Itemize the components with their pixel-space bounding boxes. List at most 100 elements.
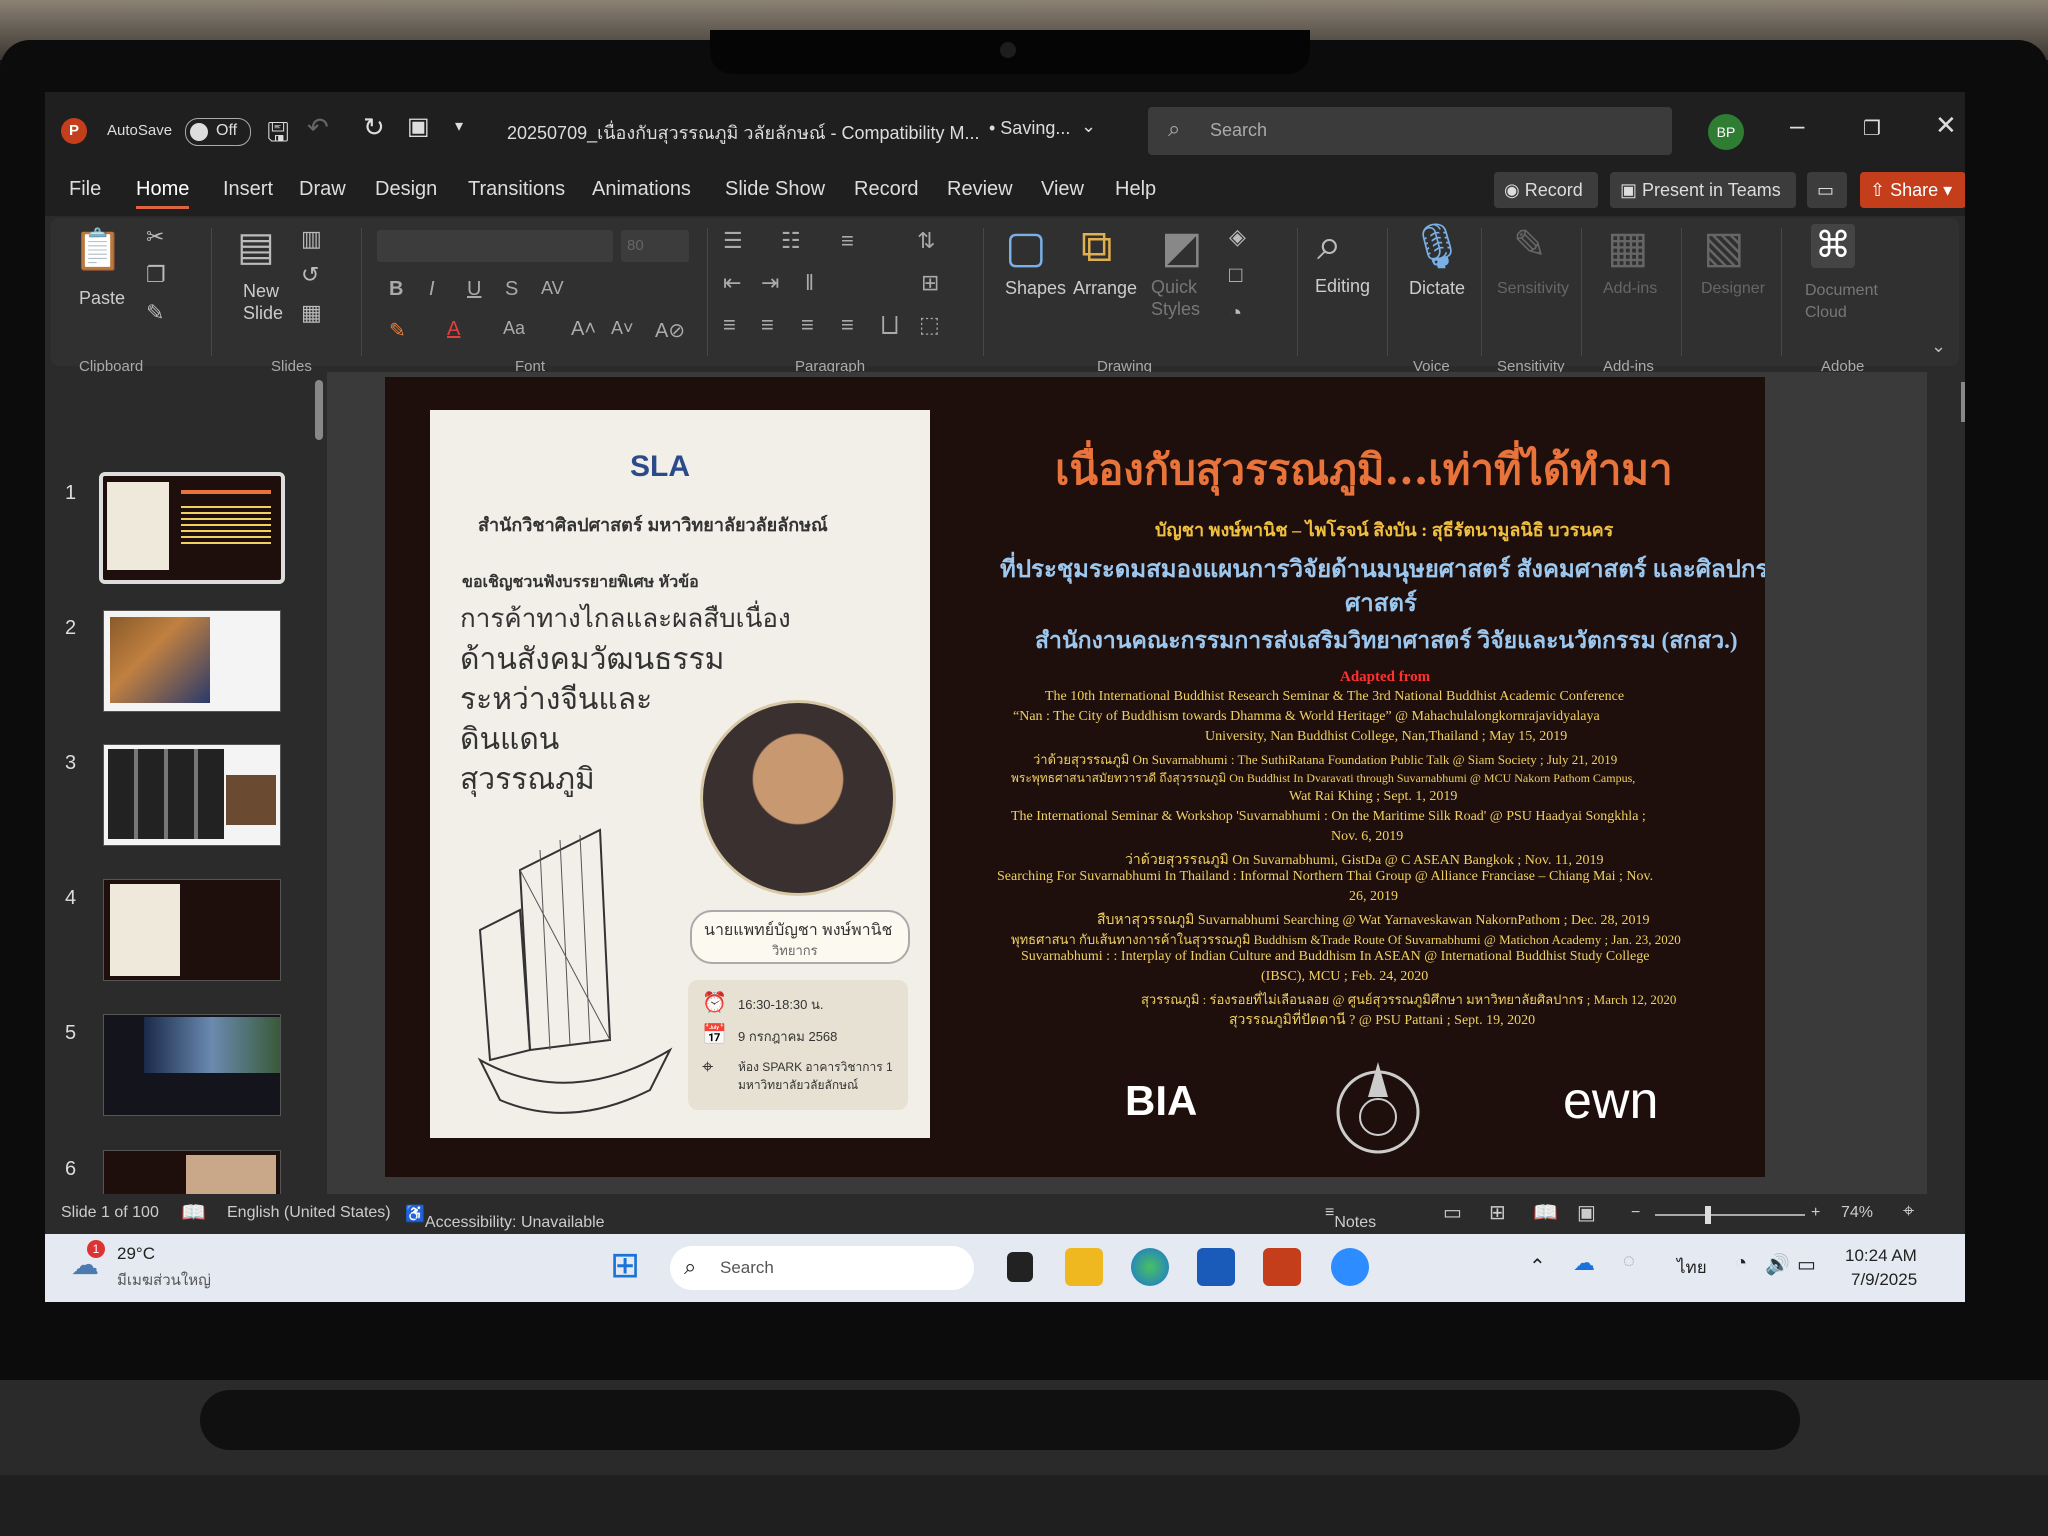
search-box[interactable]: ⌕ Search [1148, 107, 1672, 155]
tab-help[interactable]: Help [1115, 178, 1156, 201]
tab-animations[interactable]: Animations [592, 178, 691, 201]
language-status[interactable]: English (United States) [227, 1204, 391, 1222]
shape-outline-icon[interactable]: □ [1229, 262, 1242, 288]
highlight-icon[interactable]: ✎ [389, 318, 406, 343]
strikethrough-icon[interactable]: S [505, 278, 518, 301]
normal-view-icon[interactable]: ▭ [1443, 1200, 1462, 1225]
layout-icon[interactable]: ▥ [301, 226, 322, 252]
section-icon[interactable]: ▦ [301, 300, 322, 326]
document-cloud-label[interactable]: Document Cloud [1805, 280, 1895, 324]
minimize-icon[interactable]: – [1790, 110, 1804, 141]
tab-design[interactable]: Design [375, 178, 437, 201]
designer-label[interactable]: Designer [1701, 280, 1765, 298]
document-title[interactable]: 20250709_เนื่องกับสุวรรณภูมิ วลัยลักษณ์ … [507, 118, 980, 147]
redo-icon[interactable]: ↻ [363, 112, 385, 143]
zoom-slider[interactable] [1655, 1206, 1805, 1224]
notes-button[interactable]: ≡ Notes [1325, 1204, 1376, 1231]
columns-icon[interactable]: ‖ [805, 270, 814, 296]
shapes-icon[interactable]: ▢ [1005, 222, 1047, 273]
reading-view-icon[interactable]: 📖 [1533, 1200, 1558, 1225]
align-center-icon[interactable]: ≡ [761, 312, 774, 338]
zoom-out-icon[interactable]: − [1631, 1204, 1640, 1222]
thumbnail-scrollbar[interactable] [315, 380, 323, 440]
bold-icon[interactable]: B [389, 278, 403, 301]
chevron-down-icon[interactable]: ⌄ [1081, 116, 1096, 137]
slide-thumbnail-5[interactable] [103, 1014, 281, 1116]
tab-transitions[interactable]: Transitions [468, 178, 565, 201]
dictate-label[interactable]: Dictate [1409, 278, 1465, 299]
new-slide-label[interactable]: New Slide [243, 280, 303, 324]
share-button[interactable]: ⇧ Share ▾ [1860, 172, 1965, 208]
tab-draw[interactable]: Draw [299, 178, 346, 201]
accessibility-status[interactable]: ♿ Accessibility: Unavailable [405, 1204, 605, 1231]
font-size-box[interactable]: 80 [621, 230, 689, 262]
record-button[interactable]: ◉ Record [1494, 172, 1598, 208]
fit-to-window-icon[interactable]: ⌖ [1903, 1200, 1914, 1223]
slide-thumbnail-3[interactable] [103, 744, 281, 846]
clock-time[interactable]: 10:24 AM [1845, 1246, 1917, 1266]
battery-icon[interactable]: ▭ [1797, 1252, 1816, 1277]
powerpoint-taskbar-icon[interactable] [1263, 1248, 1301, 1286]
cut-icon[interactable]: ✂ [146, 224, 164, 250]
decrease-indent-icon[interactable]: ⇤ [723, 270, 741, 296]
numbering-icon[interactable]: ☷ [781, 228, 801, 254]
paste-icon[interactable]: 📋 [73, 226, 123, 273]
designer-icon[interactable]: ▧ [1703, 222, 1745, 273]
quick-styles-icon[interactable]: ◩ [1161, 222, 1203, 273]
spelling-icon[interactable]: 📖 [181, 1200, 206, 1225]
zoom-slider-thumb[interactable] [1705, 1206, 1711, 1224]
word-icon[interactable] [1197, 1248, 1235, 1286]
tab-slide-show[interactable]: Slide Show [725, 178, 825, 201]
onedrive-icon[interactable]: ☁ [1573, 1250, 1595, 1276]
tray-icon[interactable]: ◌ [1623, 1250, 1635, 1273]
reset-icon[interactable]: ↺ [301, 262, 319, 288]
undo-icon[interactable]: ↶ [307, 112, 329, 143]
comments-icon[interactable]: ▭ [1807, 172, 1847, 208]
font-color-icon[interactable]: A [447, 318, 460, 341]
arrange-icon[interactable]: ⧉ [1081, 222, 1112, 272]
justify-icon[interactable]: ≡ [841, 312, 854, 338]
italic-icon[interactable]: I [429, 278, 435, 301]
clock-date[interactable]: 7/9/2025 [1851, 1270, 1917, 1290]
collapse-ribbon-icon[interactable]: ⌄ [1931, 336, 1946, 357]
slide-thumbnail-1[interactable] [99, 472, 285, 584]
font-name-box[interactable] [377, 230, 613, 262]
current-slide[interactable]: SLA สำนักวิชาศิลปศาสตร์ มหาวิทยาลัยวลัยล… [385, 377, 1765, 1177]
align-right-icon[interactable]: ≡ [801, 312, 814, 338]
add-ins-icon[interactable]: ▦ [1607, 222, 1649, 273]
editing-icon[interactable]: ⌕ [1317, 220, 1342, 270]
tab-review[interactable]: Review [947, 178, 1013, 201]
autosave-toggle[interactable]: Off [185, 118, 251, 146]
align-left-icon[interactable]: ≡ [723, 312, 736, 338]
file-explorer-icon[interactable] [1065, 1248, 1103, 1286]
sensitivity-icon[interactable]: ✎ [1513, 222, 1547, 268]
shrink-font-icon[interactable]: A˅ [611, 318, 634, 339]
add-ins-label[interactable]: Add-ins [1603, 280, 1657, 298]
customize-qat-icon[interactable]: ▾ [455, 116, 463, 136]
tab-insert[interactable]: Insert [223, 178, 273, 201]
quick-styles-label[interactable]: Quick Styles [1151, 276, 1215, 320]
restore-icon[interactable]: ❐ [1863, 116, 1881, 141]
shapes-label[interactable]: Shapes [1005, 278, 1066, 299]
underline-icon[interactable]: U [467, 278, 481, 301]
avatar[interactable]: BP [1708, 114, 1744, 150]
edge-browser-icon[interactable] [1131, 1248, 1169, 1286]
arrange-label[interactable]: Arrange [1073, 278, 1137, 299]
align-text-icon[interactable]: ⊞ [921, 270, 939, 296]
line-spacing-icon[interactable]: ≡ [841, 228, 854, 254]
tab-file[interactable]: File [69, 178, 101, 201]
paste-label[interactable]: Paste [79, 288, 125, 309]
column-spacing-icon[interactable]: ⨆ [881, 312, 899, 338]
slide-sorter-icon[interactable]: ⊞ [1489, 1200, 1506, 1225]
editing-label[interactable]: Editing [1315, 276, 1370, 297]
copy-icon[interactable]: ❐ [146, 262, 166, 288]
slide-counter[interactable]: Slide 1 of 100 [61, 1204, 159, 1222]
shape-fill-icon[interactable]: ◈ [1229, 224, 1246, 250]
shape-effects-icon[interactable]: ◔ [1229, 300, 1242, 326]
microphone-icon[interactable]: 🎙 [1409, 220, 1465, 272]
slide-thumbnail-4[interactable] [103, 879, 281, 981]
grow-font-icon[interactable]: A˄ [571, 318, 596, 341]
zoom-in-icon[interactable]: + [1811, 1204, 1820, 1222]
taskbar-search[interactable]: ⌕ Search [670, 1246, 974, 1290]
task-view-icon[interactable] [1007, 1252, 1033, 1282]
